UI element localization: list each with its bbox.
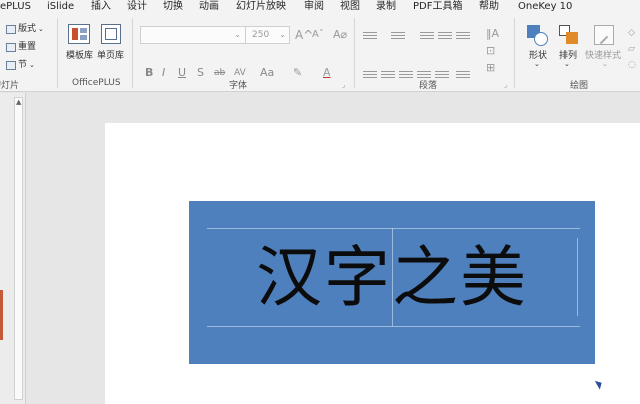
align-center-icon[interactable]: [381, 69, 395, 79]
section-icon: [6, 60, 16, 70]
align-right-icon[interactable]: [399, 69, 413, 79]
tab-insert[interactable]: 插入: [91, 0, 111, 14]
slide-thumbnail-pane: ▲: [0, 93, 26, 404]
clear-formatting-icon[interactable]: A⌀: [333, 28, 347, 42]
increase-indent-icon[interactable]: [438, 30, 452, 40]
italic-button[interactable]: I: [162, 66, 165, 80]
reset-label: 重置: [18, 42, 37, 52]
group-divider: [132, 18, 133, 88]
thumbnail-scrollbar[interactable]: ▲: [14, 97, 23, 400]
quick-styles-icon[interactable]: [594, 25, 614, 45]
line-spacing-icon[interactable]: [456, 30, 470, 40]
dialog-launcher-icon[interactable]: ⌟: [342, 78, 345, 92]
align-text-icon[interactable]: ⊡: [486, 44, 495, 58]
tab-animations[interactable]: 动画: [199, 0, 219, 14]
decrease-indent-icon[interactable]: [420, 30, 434, 40]
align-left-icon[interactable]: [363, 69, 377, 79]
font-group-label: 字体: [229, 81, 248, 91]
group-divider: [57, 18, 58, 88]
chevron-down-icon: ⌄: [534, 60, 540, 68]
chevron-down-icon: ⌄: [29, 61, 35, 69]
change-case-button[interactable]: Aa: [260, 66, 274, 80]
template-library-icon[interactable]: [68, 24, 90, 44]
ribbon-tab-bar: ePLUS iSlide 插入 设计 切换 动画 幻灯片放映 审阅 视图 录制 …: [0, 0, 640, 14]
shape-outline-icon[interactable]: ▱: [628, 42, 635, 56]
tab-islide[interactable]: iSlide: [47, 0, 74, 14]
scroll-up-icon[interactable]: ▲: [16, 98, 21, 106]
shapes-icon[interactable]: [527, 25, 549, 47]
font-name-dropdown[interactable]: ⌄ 250 ⌄: [140, 26, 290, 44]
tab-onekey[interactable]: OneKey 10: [518, 0, 572, 14]
ribbon: 版式 ⌄ 重置 节 ⌄ 幻灯片 模板库 单页库 OfficePLUS ⌄ 250…: [0, 14, 640, 92]
dialog-launcher-icon[interactable]: ⌟: [504, 78, 507, 92]
drawing-group-label: 绘图: [570, 81, 589, 91]
single-page-library-label[interactable]: 单页库: [97, 48, 124, 61]
layout-label: 版式: [18, 24, 37, 34]
smartart-icon[interactable]: ⊞: [486, 61, 495, 75]
bullets-icon[interactable]: [363, 30, 377, 40]
single-page-library-icon[interactable]: [101, 24, 121, 44]
layout-icon: [6, 24, 16, 34]
reset-button[interactable]: 重置: [6, 40, 36, 54]
increase-font-size-icon[interactable]: A^: [295, 28, 313, 42]
tab-review[interactable]: 审阅: [304, 0, 324, 14]
officeplus-group-label: OfficePLUS: [72, 78, 121, 88]
group-divider: [514, 18, 515, 88]
chevron-down-icon: ⌄: [279, 30, 286, 39]
template-library-label[interactable]: 模板库: [66, 48, 93, 61]
highlight-color-icon[interactable]: ✎: [293, 66, 302, 80]
chevron-down-icon: ⌄: [234, 30, 241, 39]
reset-icon: [6, 42, 16, 52]
chevron-down-icon: ⌄: [602, 60, 608, 68]
tab-slideshow[interactable]: 幻灯片放映: [236, 0, 286, 14]
text-shadow-button[interactable]: S: [197, 66, 204, 80]
paragraph-group-label: 段落: [419, 81, 438, 91]
numbering-icon[interactable]: [391, 30, 405, 40]
arrange-icon[interactable]: [559, 25, 579, 45]
tab-officeplus[interactable]: ePLUS: [0, 0, 31, 14]
layout-button[interactable]: 版式 ⌄: [6, 22, 44, 36]
bold-button[interactable]: B: [145, 66, 153, 80]
font-color-icon[interactable]: A: [323, 66, 331, 80]
decrease-font-size-icon[interactable]: Aˇ: [312, 28, 324, 42]
tab-pdf-tools[interactable]: PDF工具箱: [413, 0, 462, 14]
shape-fill-icon[interactable]: ◇: [628, 26, 635, 40]
section-label: 节: [18, 60, 28, 70]
columns-icon[interactable]: [456, 69, 470, 79]
selected-slide-marker[interactable]: [0, 290, 3, 340]
strikethrough-button[interactable]: ab: [214, 66, 225, 80]
slide-title-text[interactable]: 汉字之美: [189, 228, 595, 328]
slides-group-label: 幻灯片: [0, 81, 20, 91]
group-divider: [354, 18, 355, 88]
tab-design[interactable]: 设计: [127, 0, 147, 14]
tab-transitions[interactable]: 切换: [163, 0, 183, 14]
text-direction-icon[interactable]: ‖A: [486, 27, 499, 41]
tab-view[interactable]: 视图: [340, 0, 360, 14]
distributed-icon[interactable]: [435, 69, 449, 79]
chevron-down-icon: ⌄: [564, 60, 570, 68]
shape-effects-icon[interactable]: ◌: [628, 58, 636, 72]
chevron-down-icon: ⌄: [38, 25, 44, 33]
underline-button[interactable]: U: [178, 66, 186, 80]
tab-help[interactable]: 帮助: [479, 0, 499, 14]
tab-record[interactable]: 录制: [376, 0, 396, 14]
section-button[interactable]: 节 ⌄: [6, 58, 35, 72]
